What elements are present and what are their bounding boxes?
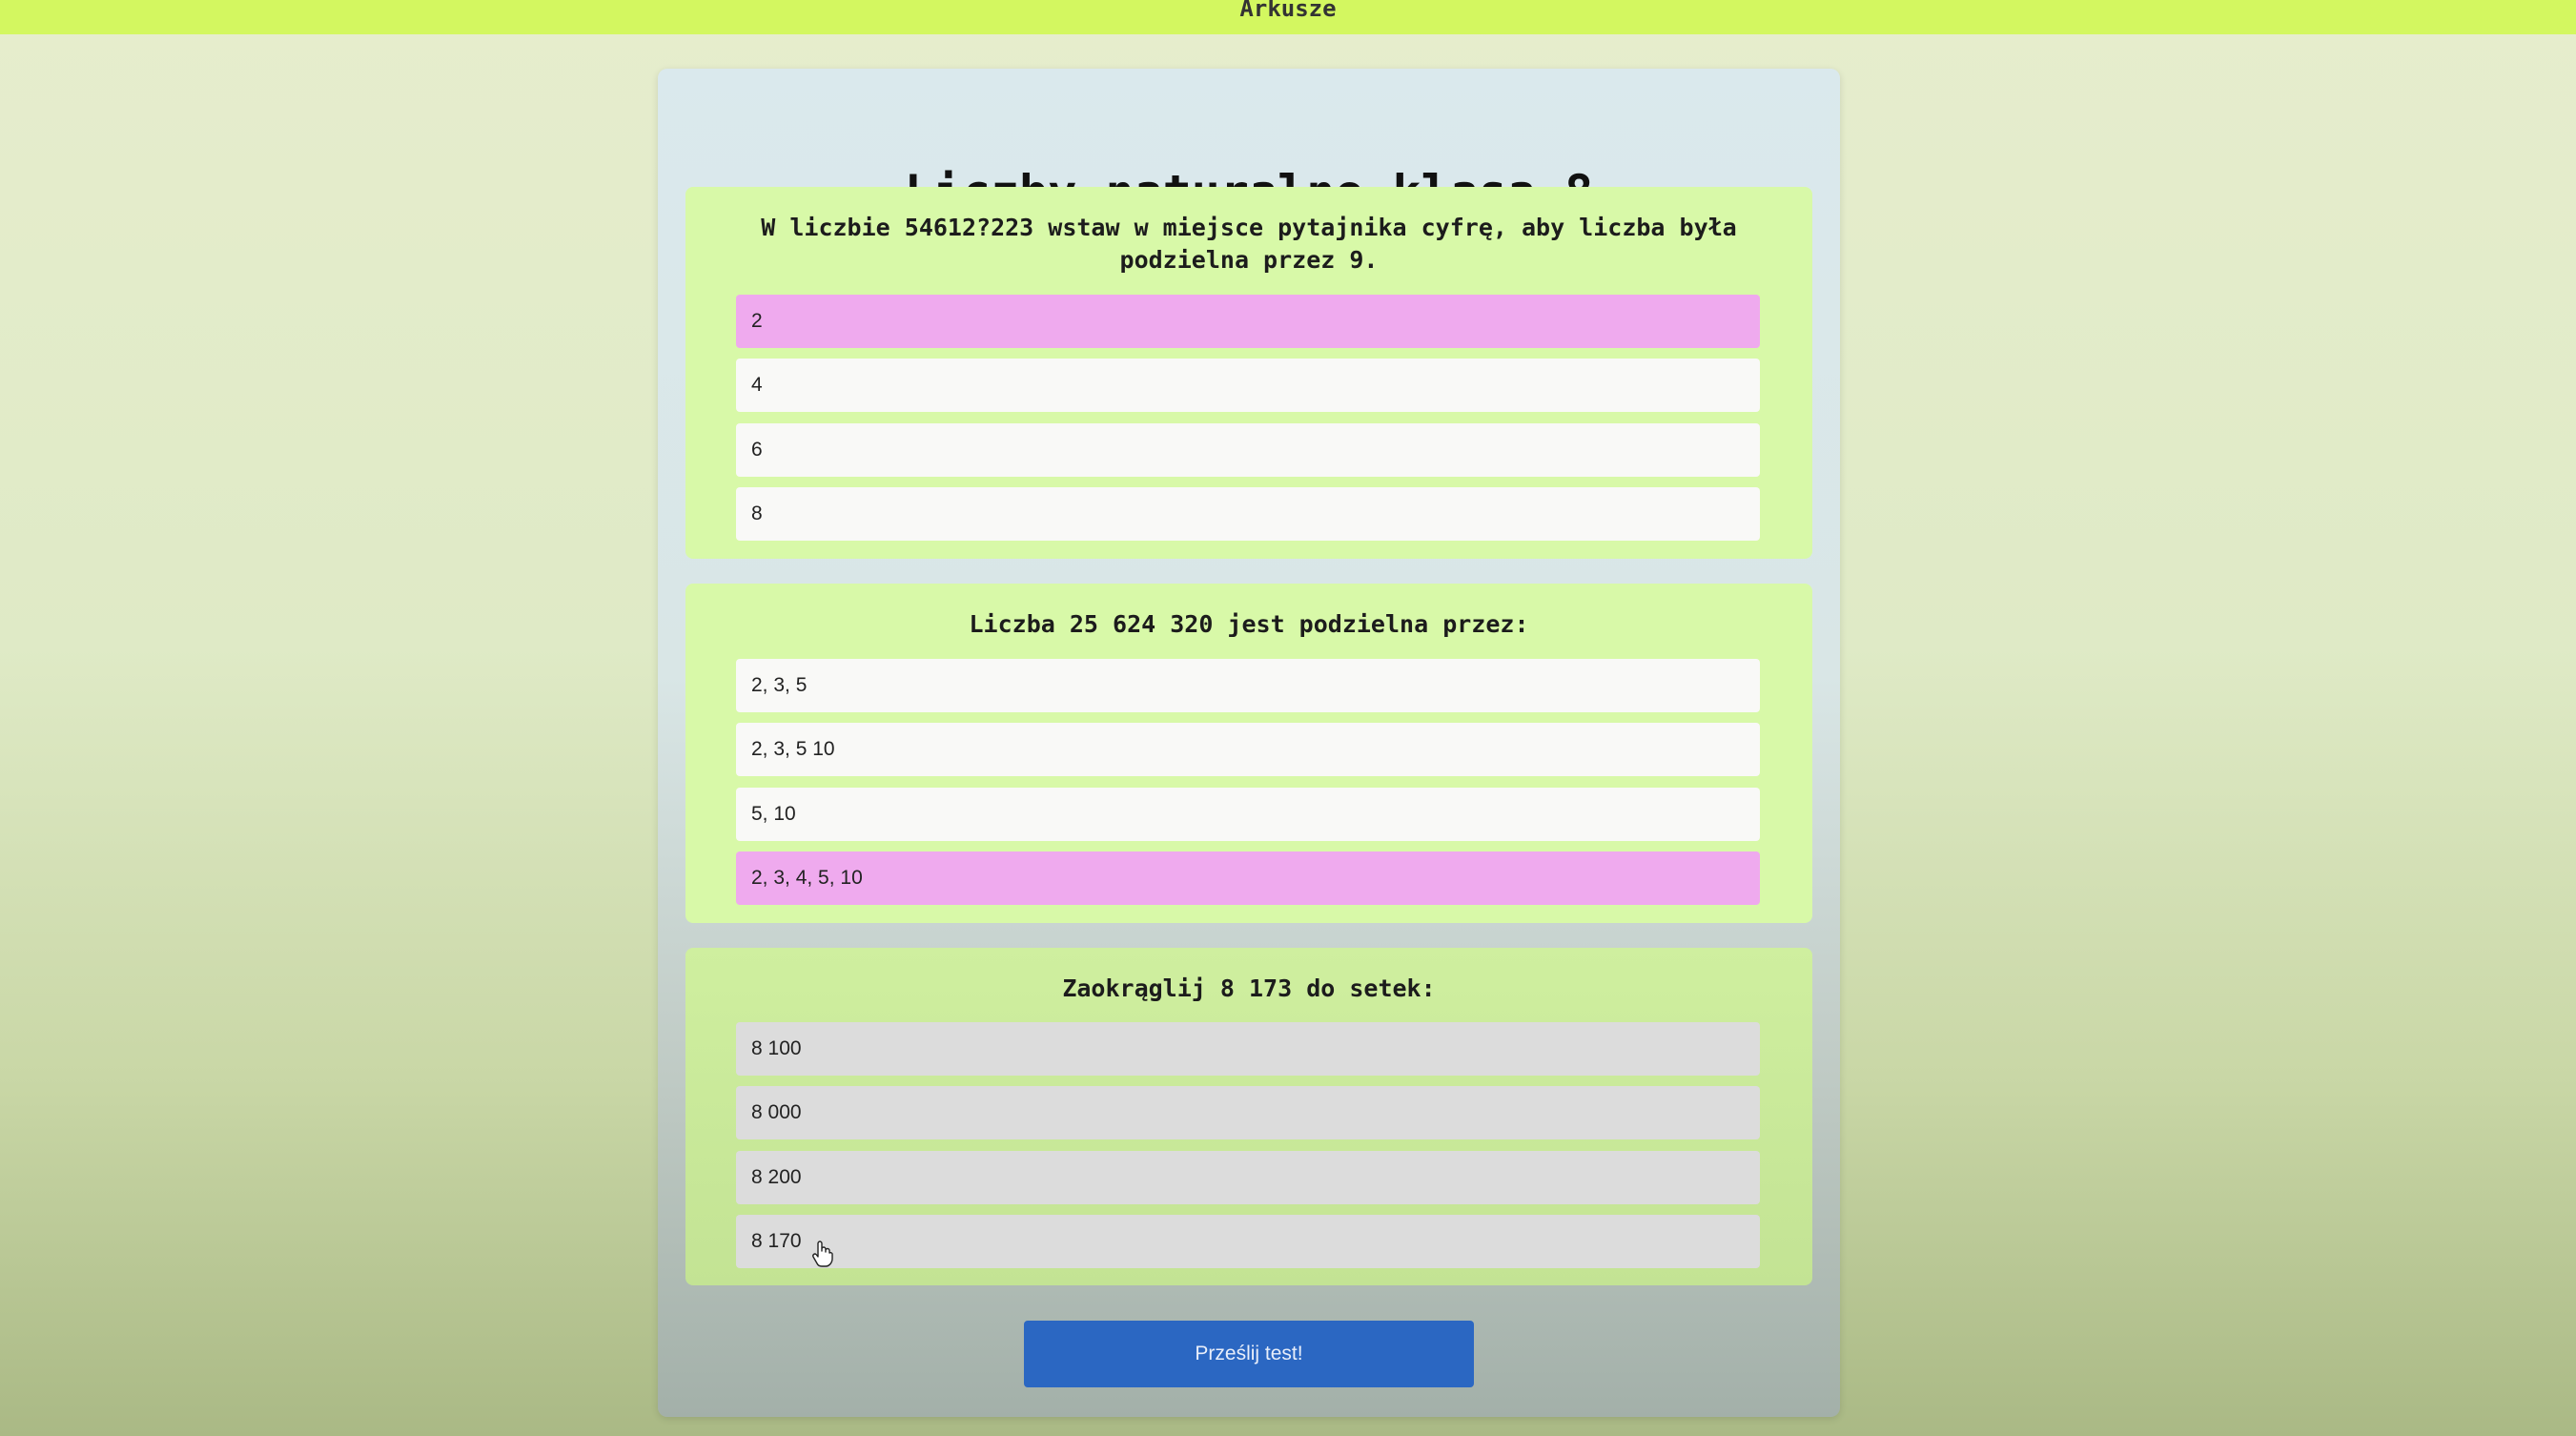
- question-card-2: Liczba 25 624 320 jest podzielna przez: …: [685, 584, 1812, 923]
- answer-option[interactable]: 2, 3, 5: [736, 659, 1760, 712]
- submit-test-button[interactable]: Prześlij test!: [1024, 1321, 1474, 1387]
- answer-option[interactable]: 8 000: [736, 1086, 1760, 1139]
- top-bar: Arkusze: [0, 0, 2576, 34]
- answer-option[interactable]: 8 200: [736, 1151, 1760, 1204]
- answer-option[interactable]: 2, 3, 5 10: [736, 723, 1760, 776]
- answer-option-selected[interactable]: 2: [736, 295, 1760, 348]
- answer-option-selected[interactable]: 2, 3, 4, 5, 10: [736, 851, 1760, 905]
- answer-option[interactable]: 5, 10: [736, 788, 1760, 841]
- answer-option[interactable]: 6: [736, 423, 1760, 477]
- answer-option[interactable]: 8: [736, 487, 1760, 541]
- question-text: Liczba 25 624 320 jest podzielna przez:: [969, 610, 1529, 638]
- hand-pointer-icon: [812, 1241, 833, 1267]
- question-text: Zaokrąglij 8 173 do setek:: [1062, 974, 1436, 1002]
- question-card-3: Zaokrąglij 8 173 do setek: 8 100 8 000 8…: [685, 948, 1812, 1285]
- app-title: Arkusze: [1239, 0, 1337, 22]
- question-card-1: W liczbie 54612?223 wstaw w miejsce pyta…: [685, 187, 1812, 559]
- answer-option-hovered[interactable]: 8 170: [736, 1215, 1760, 1268]
- answer-option[interactable]: 8 100: [736, 1022, 1760, 1076]
- answer-option[interactable]: 4: [736, 359, 1760, 412]
- question-text: W liczbie 54612?223 wstaw w miejsce pyta…: [761, 214, 1737, 274]
